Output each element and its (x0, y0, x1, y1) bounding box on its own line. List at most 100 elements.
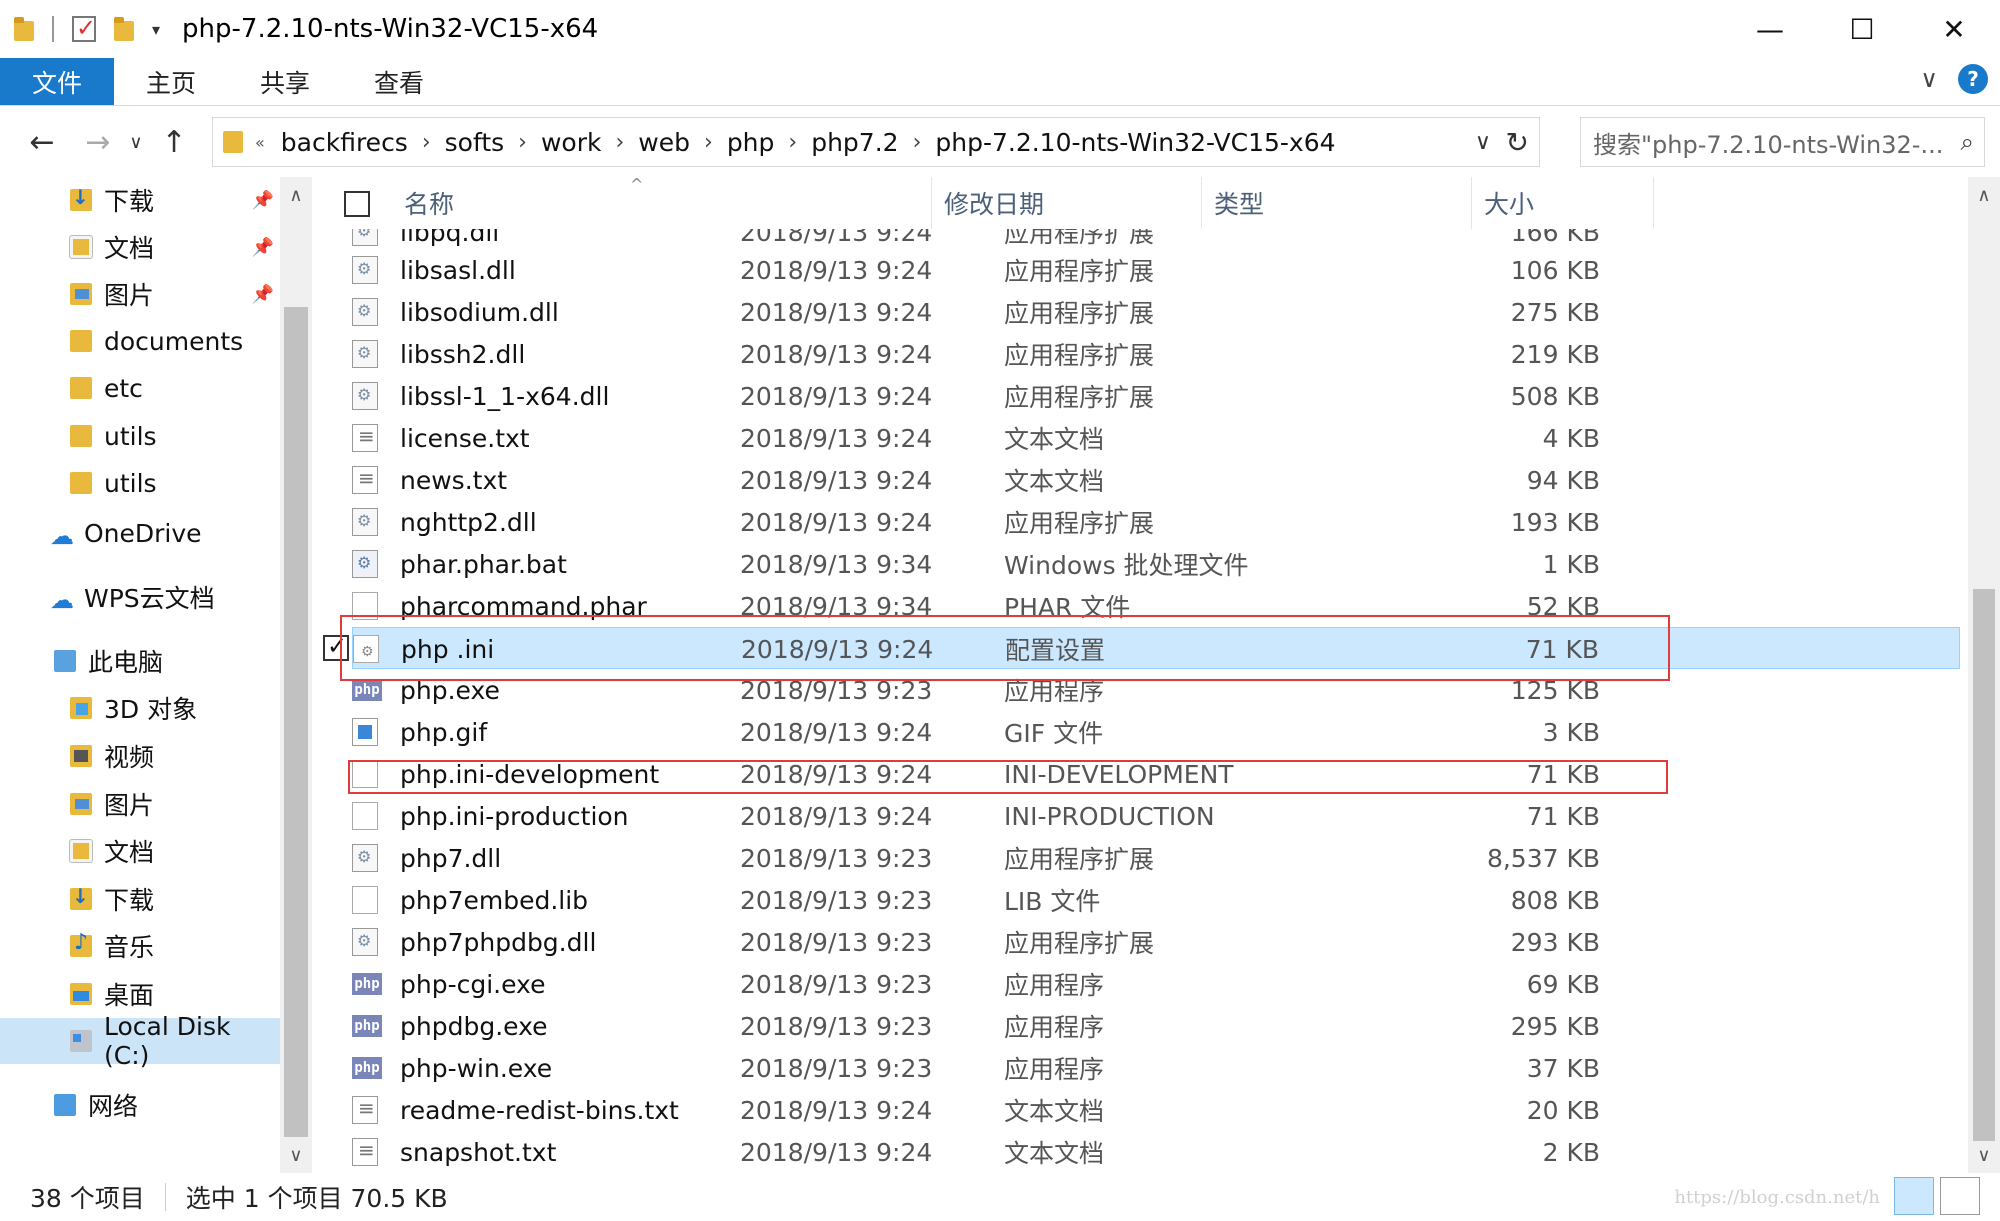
scrollbar-thumb[interactable] (1973, 589, 1995, 1141)
nav-item-network[interactable]: 网络 (0, 1082, 280, 1128)
breadcrumb-item[interactable]: backfirecs (281, 128, 408, 157)
file-name: license.txt (400, 423, 530, 453)
column-header-date[interactable]: 修改日期 (932, 177, 1202, 229)
file-row[interactable]: libssh2.dll 2018/9/13 9:24 应用程序扩展 219 KB (352, 333, 1960, 375)
properties-icon[interactable] (72, 14, 96, 42)
breadcrumb-chevron-icon[interactable]: › (422, 130, 431, 155)
file-list-scrollbar[interactable]: ∧ ∨ (1968, 177, 2000, 1173)
nav-item-this-pc[interactable]: 此电脑 (0, 638, 280, 684)
file-row[interactable]: php7embed.lib 2018/9/13 9:23 LIB 文件 808 … (352, 879, 1960, 921)
nav-item-folder[interactable]: etc (0, 365, 280, 411)
wps-cloud-icon: ☁ (50, 586, 74, 614)
file-row[interactable]: news.txt 2018/9/13 9:24 文本文档 94 KB (352, 459, 1960, 501)
file-row[interactable]: php php-cgi.exe 2018/9/13 9:23 应用程序 69 K… (352, 963, 1960, 1005)
column-header-name[interactable]: 名称 (392, 177, 932, 229)
file-row[interactable]: php7.dll 2018/9/13 9:23 应用程序扩展 8,537 KB (352, 837, 1960, 879)
breadcrumb-item[interactable]: php7.2 (811, 128, 898, 157)
search-input[interactable]: 搜索"php-7.2.10-nts-Win32-... ⌕ (1580, 117, 1985, 167)
tab-file[interactable]: 文件 (0, 58, 114, 105)
file-row[interactable]: libssl-1_1-x64.dll 2018/9/13 9:24 应用程序扩展… (352, 375, 1960, 417)
customize-toolbar-dropdown-icon[interactable]: ▾ (152, 20, 160, 39)
breadcrumb-chevron-icon[interactable]: › (913, 130, 922, 155)
navigation-pane-scrollbar[interactable]: ∧ ∨ (280, 177, 312, 1173)
tab-view[interactable]: 查看 (342, 58, 456, 105)
file-row[interactable]: nghttp2.dll 2018/9/13 9:24 应用程序扩展 193 KB (352, 501, 1960, 543)
breadcrumb-chevron-icon[interactable]: › (615, 130, 624, 155)
select-all-checkbox[interactable] (344, 191, 370, 217)
file-row[interactable]: php7phpdbg.dll 2018/9/13 9:23 应用程序扩展 293… (352, 921, 1960, 963)
nav-item-desktop[interactable]: 桌面 (0, 971, 280, 1017)
blank-file-icon (352, 886, 378, 914)
nav-item-pictures[interactable]: 图片 📌 (0, 271, 280, 317)
nav-item-local-disk[interactable]: Local Disk (C:) (0, 1012, 280, 1070)
search-icon[interactable]: ⌕ (1961, 128, 1974, 156)
help-icon[interactable]: ? (1958, 64, 1988, 94)
back-arrow-icon[interactable]: ← (20, 125, 64, 160)
file-row[interactable]: php phpdbg.exe 2018/9/13 9:23 应用程序 295 K… (352, 1005, 1960, 1047)
file-row[interactable]: libsodium.dll 2018/9/13 9:24 应用程序扩展 275 … (352, 291, 1960, 333)
new-folder-icon[interactable] (114, 17, 134, 41)
breadcrumb-chevron-icon[interactable]: › (704, 130, 713, 155)
breadcrumb-item[interactable]: softs (445, 128, 505, 157)
column-header-type[interactable]: 类型 (1202, 177, 1472, 229)
refresh-icon[interactable]: ↻ (1506, 126, 1529, 159)
close-button[interactable]: ✕ (1908, 0, 2000, 58)
tab-share[interactable]: 共享 (228, 58, 342, 105)
file-name: php.ini-production (400, 801, 629, 831)
tab-home[interactable]: 主页 (114, 58, 228, 105)
large-icons-view-icon[interactable] (1940, 1177, 1980, 1215)
nav-item-folder[interactable]: utils (0, 460, 280, 506)
php-icon: php (352, 1057, 382, 1079)
breadcrumb-chevron-icon[interactable]: › (788, 130, 797, 155)
pin-icon[interactable]: 📌 (252, 190, 274, 211)
file-row[interactable]: php.gif 2018/9/13 9:24 GIF 文件 3 KB (352, 711, 1960, 753)
up-arrow-icon[interactable]: ↑ (152, 125, 196, 160)
nav-item-onedrive[interactable]: ☁ OneDrive (0, 510, 280, 556)
recent-locations-chevron-icon[interactable]: ∨ (120, 132, 152, 153)
breadcrumb-overflow[interactable]: « (255, 133, 265, 152)
nav-item-folder[interactable]: utils (0, 413, 280, 459)
file-row[interactable]: libsasl.dll 2018/9/13 9:24 应用程序扩展 106 KB (352, 249, 1960, 291)
pin-icon[interactable]: 📌 (252, 284, 274, 305)
nav-item-pictures[interactable]: 图片 (0, 781, 280, 827)
breadcrumb-item[interactable]: web (638, 128, 690, 157)
scroll-down-arrow-icon[interactable]: ∨ (1968, 1145, 2000, 1166)
3d-objects-icon (70, 697, 92, 719)
nav-item-3d-objects[interactable]: 3D 对象 (0, 685, 280, 731)
file-row[interactable]: phar.phar.bat 2018/9/13 9:34 Windows 批处理… (352, 543, 1960, 585)
scroll-down-arrow-icon[interactable]: ∨ (280, 1145, 312, 1166)
file-row[interactable]: php.ini-production 2018/9/13 9:24 INI-PR… (352, 795, 1960, 837)
nav-item-documents[interactable]: 文档 (0, 828, 280, 874)
scroll-up-arrow-icon[interactable]: ∧ (280, 185, 312, 206)
nav-item-downloads[interactable]: 下载 (0, 876, 280, 922)
file-size: 106 KB (1510, 255, 1600, 285)
details-view-icon[interactable] (1894, 1177, 1934, 1215)
address-bar[interactable]: « backfirecs › softs › work › web › php … (212, 117, 1540, 167)
column-header-size[interactable]: 大小 (1472, 177, 1654, 229)
file-row[interactable]: php php-win.exe 2018/9/13 9:23 应用程序 37 K… (352, 1047, 1960, 1089)
scrollbar-thumb[interactable] (284, 307, 308, 1137)
forward-arrow-icon[interactable]: → (76, 125, 120, 160)
documents-icon (69, 235, 93, 259)
maximize-button[interactable]: ☐ (1816, 0, 1908, 58)
nav-item-wps-cloud[interactable]: ☁ WPS云文档 (0, 574, 280, 620)
file-row[interactable]: readme-redist-bins.txt 2018/9/13 9:24 文本… (352, 1089, 1960, 1131)
nav-item-documents[interactable]: 文档 📌 (0, 224, 280, 270)
nav-item-downloads[interactable]: 下载 📌 (0, 177, 280, 223)
minimize-button[interactable]: — (1724, 0, 1816, 58)
desktop-icon (70, 983, 92, 1005)
scroll-up-arrow-icon[interactable]: ∧ (1968, 185, 2000, 206)
file-row[interactable]: license.txt 2018/9/13 9:24 文本文档 4 KB (352, 417, 1960, 459)
breadcrumb-chevron-icon[interactable]: › (518, 130, 527, 155)
nav-item-folder[interactable]: documents (0, 318, 280, 364)
file-row[interactable]: snapshot.txt 2018/9/13 9:24 文本文档 2 KB (352, 1131, 1960, 1173)
breadcrumb-item[interactable]: work (541, 128, 602, 157)
nav-item-videos[interactable]: 视频 (0, 733, 280, 779)
breadcrumb-item[interactable]: php (727, 128, 775, 157)
breadcrumb-item[interactable]: php-7.2.10-nts-Win32-VC15-x64 (935, 128, 1335, 157)
expand-ribbon-chevron-icon[interactable]: ∨ (1920, 65, 1938, 93)
pin-icon[interactable]: 📌 (252, 237, 274, 258)
address-history-dropdown-icon[interactable]: ∨ (1475, 130, 1491, 155)
file-date: 2018/9/13 9:23 (740, 1053, 933, 1083)
nav-item-music[interactable]: 音乐 (0, 923, 280, 969)
